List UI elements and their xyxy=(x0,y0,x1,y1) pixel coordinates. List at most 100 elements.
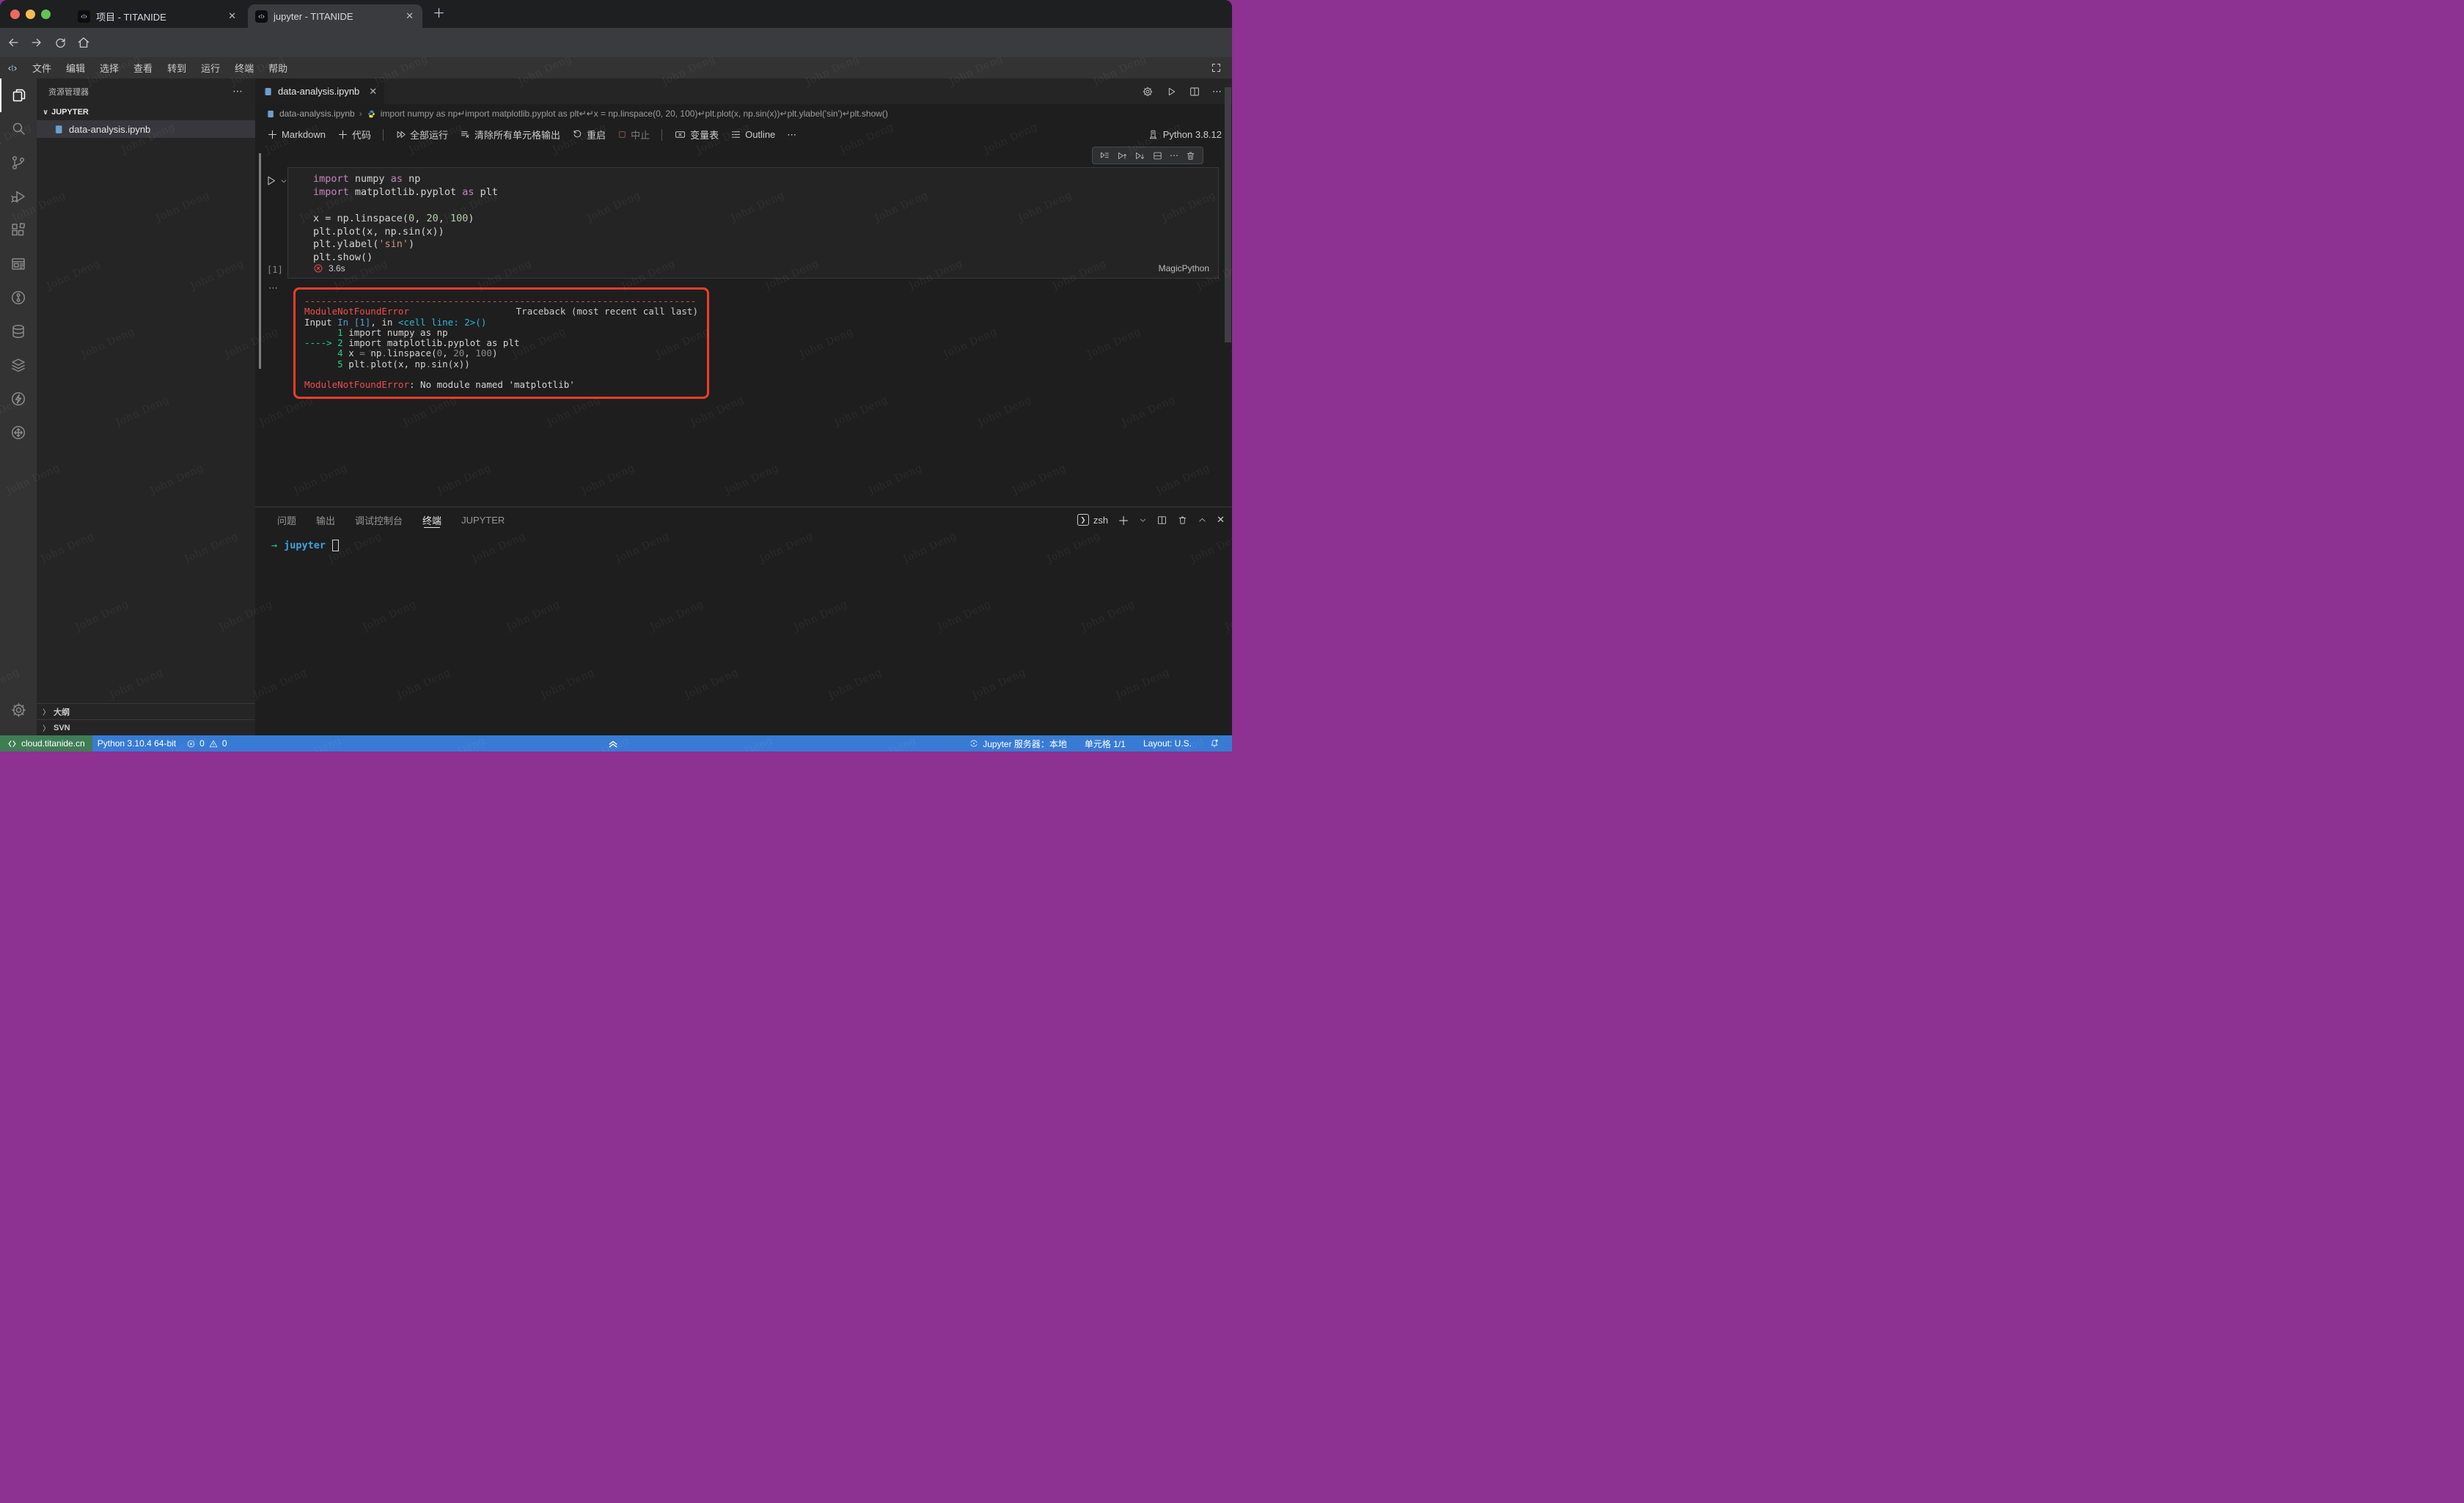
breadcrumb-file[interactable]: data-analysis.ipynb xyxy=(279,109,355,119)
terminal-dropdown-chevron-icon[interactable] xyxy=(1139,516,1147,524)
activitybar-search[interactable] xyxy=(0,112,37,146)
menu-view[interactable]: 查看 xyxy=(126,61,160,75)
maximize-panel-chevron-icon[interactable] xyxy=(1198,515,1207,525)
cell-more-actions-icon[interactable]: ⋯ xyxy=(1170,150,1178,161)
breadcrumb-cell-code[interactable]: import numpy as np↵import matplotlib.pyp… xyxy=(381,109,888,119)
panel-tab-debug-console[interactable]: 调试控制台 xyxy=(355,507,403,532)
clear-outputs-button[interactable]: 清除所有单元格输出 xyxy=(460,128,560,142)
interrupt-button[interactable]: 中止 xyxy=(617,128,650,142)
editor-tab-notebook[interactable]: data-analysis.ipynb ✕ xyxy=(255,78,384,104)
maximize-window-button[interactable] xyxy=(41,10,51,19)
activitybar-gitlens[interactable] xyxy=(0,281,37,315)
add-code-button[interactable]: ＋代码 xyxy=(337,127,371,142)
jupyter-server-indicator[interactable]: Jupyter 服务器：本地 xyxy=(964,735,1072,752)
browser-titlebar: ‹t› 项目 - TITANIDE ✕ ‹t› jupyter - TITANI… xyxy=(0,0,1232,28)
activitybar-source-control[interactable] xyxy=(0,146,37,180)
activitybar-layers[interactable] xyxy=(0,348,37,382)
back-button[interactable] xyxy=(3,32,23,53)
close-tab-icon[interactable]: ✕ xyxy=(404,10,415,22)
breadcrumb[interactable]: data-analysis.ipynb › import numpy as np… xyxy=(255,104,1232,123)
activitybar-thunder-client[interactable] xyxy=(0,382,37,416)
activitybar-run-debug[interactable] xyxy=(0,180,37,213)
panel-tab-problems[interactable]: 问题 xyxy=(277,507,296,532)
breadcrumb-separator: › xyxy=(359,109,362,119)
terminal-shell-selector[interactable]: ❯ zsh xyxy=(1077,514,1108,526)
new-tab-button[interactable]: ＋ xyxy=(433,7,445,20)
restart-kernel-button[interactable]: 重启 xyxy=(572,128,606,142)
activitybar-extensions[interactable] xyxy=(0,213,37,247)
variables-button[interactable]: 变量表 xyxy=(674,128,719,142)
remote-indicator[interactable]: cloud.titanide.cn xyxy=(0,735,92,752)
problems-indicator[interactable]: 0 0 xyxy=(181,735,232,752)
expand-panel-double-chevron-icon[interactable] xyxy=(607,735,619,752)
close-tab-icon[interactable]: ✕ xyxy=(369,86,377,98)
kernel-picker[interactable]: Python 3.8.12 xyxy=(1148,123,1222,146)
activitybar-explorer[interactable] xyxy=(0,78,37,112)
menu-run[interactable]: 运行 xyxy=(194,61,227,75)
delete-cell-trash-icon[interactable] xyxy=(1185,150,1196,161)
browser-tab-jupyter[interactable]: ‹t› jupyter - TITANIDE ✕ xyxy=(248,4,422,28)
panel-tab-jupyter[interactable]: JUPYTER xyxy=(461,507,505,532)
menu-file[interactable]: 文件 xyxy=(25,61,59,75)
activitybar-remote-tools[interactable] xyxy=(0,416,37,449)
editor-scrollbar[interactable] xyxy=(1225,87,1231,342)
panel-tab-output[interactable]: 输出 xyxy=(316,507,335,532)
reload-button[interactable] xyxy=(50,32,70,53)
shell-label: zsh xyxy=(1093,515,1108,526)
split-editor-icon[interactable] xyxy=(1189,86,1200,98)
python-interpreter-indicator[interactable]: Python 3.10.4 64-bit xyxy=(92,735,181,752)
activitybar-settings[interactable] xyxy=(0,693,37,727)
file-item-notebook[interactable]: data-analysis.ipynb xyxy=(37,120,255,138)
keyboard-layout-indicator[interactable]: Layout: U.S. xyxy=(1138,735,1197,752)
fullscreen-icon[interactable] xyxy=(1211,62,1222,73)
menu-help[interactable]: 帮助 xyxy=(261,61,295,75)
editor-more-actions-icon[interactable]: ⋯ xyxy=(1212,86,1222,98)
close-panel-icon[interactable]: ✕ xyxy=(1217,514,1225,526)
sidebar-section-jupyter[interactable]: ∨ JUPYTER xyxy=(37,104,255,120)
sidebar-section-outline[interactable]: 〉 大纲 xyxy=(37,703,255,719)
run-all-icon xyxy=(395,129,406,140)
close-window-button[interactable] xyxy=(10,10,20,19)
run-cell-button[interactable] xyxy=(265,174,287,187)
run-all-play-icon[interactable] xyxy=(1165,86,1177,98)
menu-edit[interactable]: 编辑 xyxy=(59,61,92,75)
chevron-right-icon: 〉 xyxy=(43,722,50,733)
minimize-window-button[interactable] xyxy=(26,10,35,19)
output-collapse-icon[interactable]: ⋯ xyxy=(268,282,279,294)
new-terminal-button[interactable]: ＋ xyxy=(1118,511,1129,529)
close-tab-icon[interactable]: ✕ xyxy=(227,10,238,22)
run-all-button[interactable]: 全部运行 xyxy=(395,128,448,142)
forward-button[interactable] xyxy=(26,32,47,53)
notebook-file-icon xyxy=(265,109,275,119)
browser-toolbar: cloud.titanide.cn/ide/web/coding/jupyter… xyxy=(0,28,1232,57)
cell-code-editor[interactable]: import numpy as npimport matplotlib.pypl… xyxy=(288,168,1218,265)
terminal-content[interactable]: → jupyter xyxy=(271,540,339,551)
cell-position-indicator[interactable]: 单元格 1/1 xyxy=(1079,735,1131,752)
add-markdown-button[interactable]: ＋Markdown xyxy=(267,127,326,142)
notebook-settings-gear-icon[interactable] xyxy=(1142,86,1154,98)
kill-terminal-trash-icon[interactable] xyxy=(1177,515,1188,526)
panel-tab-terminal[interactable]: 终端 xyxy=(422,507,441,532)
execute-above-icon[interactable] xyxy=(1117,150,1128,161)
execute-cell-and-below-icon[interactable] xyxy=(1099,150,1110,161)
execute-below-icon[interactable] xyxy=(1134,150,1145,161)
language-mode-label[interactable]: MagicPython xyxy=(1159,263,1209,273)
sidebar-more-icon[interactable]: ⋯ xyxy=(232,85,243,98)
toolbar-more-icon[interactable]: ⋯ xyxy=(787,129,796,141)
menu-selection[interactable]: 选择 xyxy=(92,61,126,75)
split-cell-icon[interactable] xyxy=(1152,150,1163,161)
browser-tab-project[interactable]: ‹t› 项目 - TITANIDE ✕ xyxy=(70,4,245,28)
split-terminal-icon[interactable] xyxy=(1156,515,1167,526)
activitybar-database[interactable] xyxy=(0,315,37,348)
menu-goto[interactable]: 转到 xyxy=(160,61,194,75)
activitybar-preview-window[interactable] xyxy=(0,247,37,281)
outline-button[interactable]: Outline xyxy=(730,129,775,140)
warning-count-icon xyxy=(208,739,219,749)
chevron-down-icon: ∨ xyxy=(43,109,48,117)
sidebar-section-svn[interactable]: 〉 SVN xyxy=(37,719,255,735)
menu-terminal[interactable]: 终端 xyxy=(227,61,261,75)
notifications-bell-icon[interactable] xyxy=(1204,735,1225,752)
stop-square-icon xyxy=(617,130,627,139)
home-button[interactable] xyxy=(73,32,94,53)
kernel-label: Python 3.8.12 xyxy=(1163,129,1222,140)
